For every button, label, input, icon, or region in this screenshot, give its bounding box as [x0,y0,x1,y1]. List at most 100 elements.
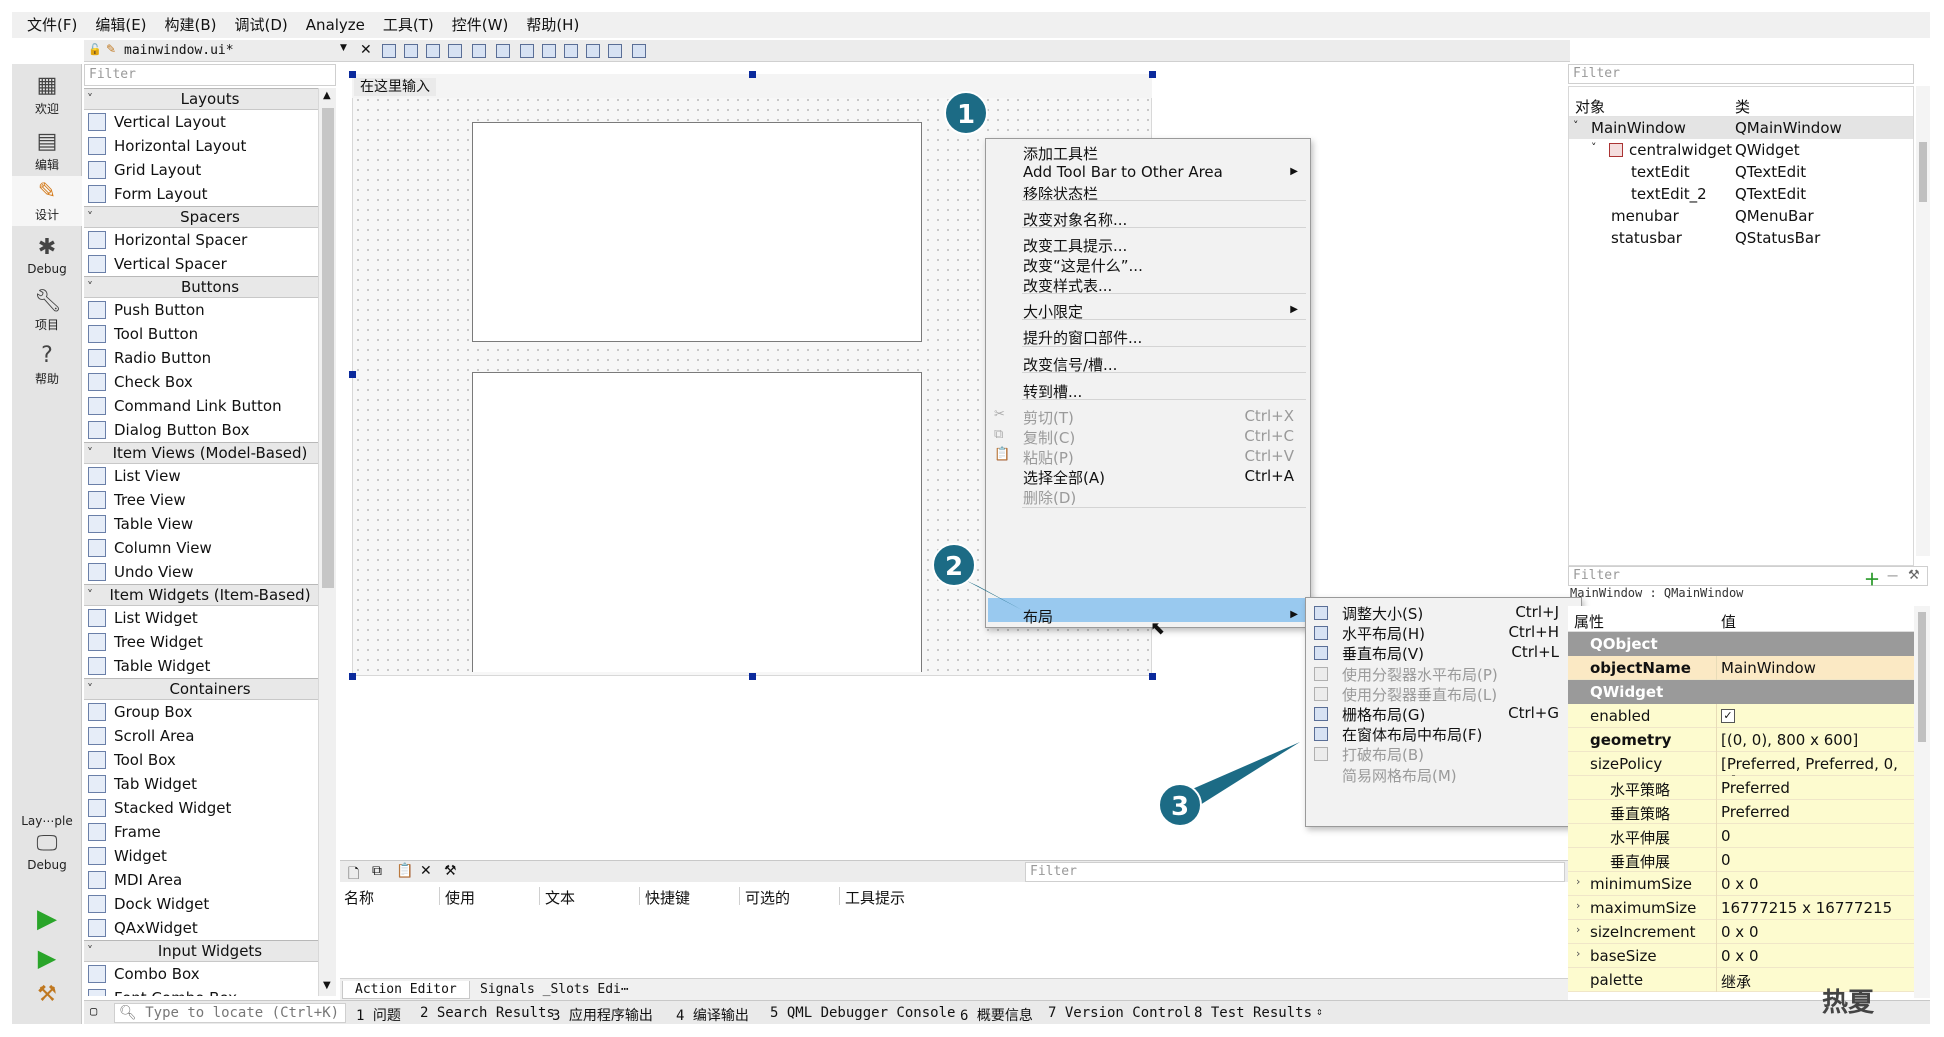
property-value[interactable]: 16777215 x 16777215 [1721,899,1892,917]
property-name: baseSize [1590,947,1657,965]
column-header[interactable]: 工具提示 [845,887,905,908]
property-value[interactable]: MainWindow [1721,659,1816,677]
scroll-thumb[interactable] [1918,612,1926,742]
output-pane-button[interactable]: 3 应用程序输出 [552,1005,653,1025]
column-header[interactable]: 文本 [545,887,575,908]
column-divider [639,887,640,905]
property-value[interactable]: 0 x 0 [1721,947,1759,965]
property-row[interactable]: 垂直伸展 0 [1568,848,1914,872]
sidebar-toggle-icon[interactable]: ▢ [90,1004,97,1018]
property-row[interactable]: objectName MainWindow [1568,656,1914,680]
output-pane-button[interactable]: 5 QML Debugger Console [770,1005,955,1021]
property-row[interactable]: › baseSize 0 x 0 [1568,944,1914,968]
locator-input[interactable]: 🔍︎ Type to locate (Ctrl+K) [114,1003,346,1023]
chevron-right-icon[interactable]: › [1576,875,1580,888]
property-value[interactable]: Preferred [1721,779,1790,797]
object-inspector-filter[interactable]: Filter [1568,64,1914,84]
more-panes-icon[interactable]: ⇕ [1316,1005,1323,1018]
output-pane-button[interactable]: 1 问题 [356,1005,401,1025]
column-header-class[interactable]: 类 [1735,96,1750,117]
object-inspector-scrollbar[interactable] [1916,86,1930,556]
property-editor-class-label: MainWindow : QMainWindow [1570,586,1744,600]
new-action-icon[interactable]: 🗋 [348,863,359,887]
column-header[interactable]: 快捷键 [645,887,690,908]
property-row[interactable]: enabled ✓ [1568,704,1914,728]
output-pane-button[interactable]: 6 概要信息 [960,1005,1033,1025]
object-class: QStatusBar [1735,229,1821,247]
object-tree-row[interactable]: menubar QMenuBar [1569,205,1913,227]
column-header[interactable]: 使用 [445,887,475,908]
property-editor-scrollbar[interactable] [1914,606,1930,998]
object-tree-row[interactable]: textEdit_2 QTextEdit [1569,183,1913,205]
watermark-text: 热夏 [1822,988,1875,1018]
callout-badge-2: 2 [932,543,976,587]
property-name: enabled [1590,707,1651,725]
property-row[interactable]: 水平伸展 0 [1568,824,1914,848]
column-header[interactable]: 名称 [344,887,374,908]
column-divider [1716,944,1717,968]
column-header[interactable]: 可选的 [745,887,790,908]
object-name: statusbar [1611,229,1682,247]
output-pane-button[interactable]: 7 Version Control [1048,1005,1191,1021]
configure-icon[interactable]: ⚒ [444,863,457,879]
configure-icon[interactable]: ⚒ [1908,568,1920,583]
column-divider [1716,896,1717,920]
property-row[interactable]: › sizeIncrement 0 x 0 [1568,920,1914,944]
object-tree-row[interactable]: ˅ centralwidget QWidget [1569,139,1913,161]
column-divider [1716,704,1717,728]
chevron-right-icon[interactable]: › [1576,923,1580,936]
callout-arrow-3 [1190,742,1300,805]
remove-property-icon[interactable]: − [1886,566,1899,585]
delete-action-icon[interactable]: ✕ [420,863,432,879]
object-tree-row[interactable]: ˅ MainWindow QMainWindow [1569,117,1913,139]
chevron-down-icon[interactable]: ˅ [1591,141,1597,154]
property-value[interactable]: 0 [1721,827,1731,845]
property-row[interactable]: 水平策略 Preferred [1568,776,1914,800]
copy-action-icon[interactable]: ⧉ [372,863,382,879]
property-group-name: QObject [1590,635,1658,653]
column-divider [1716,800,1717,824]
output-pane-button[interactable]: 4 编译输出 [676,1005,749,1025]
column-divider [1716,848,1717,872]
property-value[interactable]: Preferred [1721,803,1790,821]
scroll-thumb[interactable] [1919,142,1927,202]
property-value[interactable]: 继承 [1721,971,1751,992]
property-value[interactable]: 0 x 0 [1721,875,1759,893]
tab-action-editor[interactable]: Action Editor [342,981,470,999]
column-divider [1716,968,1717,992]
paste-action-icon[interactable]: 📋 [396,863,413,879]
property-value[interactable]: 0 x 0 [1721,923,1759,941]
search-icon: 🔍︎ [119,1005,137,1021]
object-name: textEdit_2 [1631,185,1707,203]
property-value[interactable]: [(0, 0), 800 x 600] [1721,731,1858,749]
column-divider [739,887,740,905]
property-name: 垂直伸展 [1610,853,1671,871]
object-name: MainWindow [1591,119,1686,137]
object-tree-row[interactable]: statusbar QStatusBar [1569,227,1913,249]
column-header-property[interactable]: 属性 [1574,611,1604,632]
column-header-value[interactable]: 值 [1721,611,1736,632]
property-row[interactable]: › minimumSize 0 x 0 [1568,872,1914,896]
output-pane-button[interactable]: 8 Test Results [1194,1005,1312,1021]
property-name: 水平伸展 [1610,829,1671,847]
tab-signals-slots-editor[interactable]: Signals _Slots Edi⋯ [468,981,641,999]
enabled-checkbox[interactable]: ✓ [1721,709,1735,723]
action-editor-filter[interactable]: Filter [1025,862,1565,882]
property-row[interactable]: sizePolicy[Preferred, Preferred, 0, 0] [1568,752,1914,791]
property-group-header[interactable]: QObject [1568,632,1914,656]
property-row[interactable]: 垂直策略 Preferred [1568,800,1914,824]
column-divider [839,887,840,905]
chevron-right-icon[interactable]: › [1576,947,1580,960]
output-pane-button[interactable]: 2 Search Results [420,1005,555,1021]
property-row[interactable]: › maximumSize 16777215 x 16777215 [1568,896,1914,920]
property-row[interactable]: geometry [(0, 0), 800 x 600] [1568,728,1914,752]
chevron-right-icon[interactable]: › [1576,899,1580,912]
property-value[interactable]: 0 [1721,851,1731,869]
chevron-down-icon[interactable]: ˅ [1573,119,1579,132]
object-class: QWidget [1735,141,1800,159]
column-divider [1716,752,1717,776]
property-name: maximumSize [1590,899,1697,917]
property-group-header[interactable]: QWidget [1568,680,1914,704]
object-tree-row[interactable]: textEdit QTextEdit [1569,161,1913,183]
column-header-object[interactable]: 对象 [1575,96,1605,117]
